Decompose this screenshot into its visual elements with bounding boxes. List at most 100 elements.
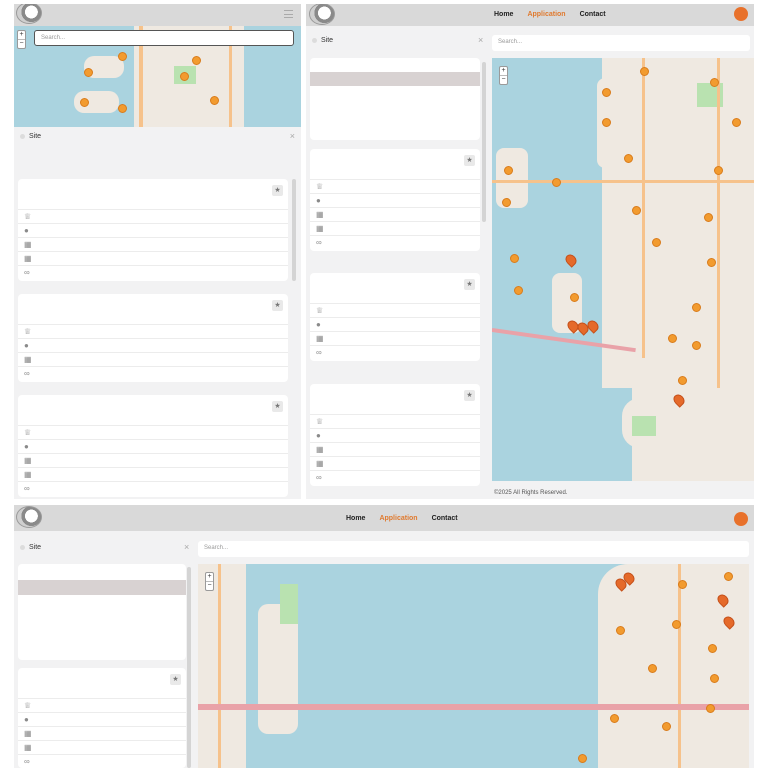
- close-icon[interactable]: ×: [290, 131, 295, 141]
- tablet-view-panel: Home Application Contact Site × Search..…: [306, 4, 754, 499]
- site-card[interactable]: ★ ♕ ● ▦ ▦ ∞: [310, 149, 480, 251]
- close-icon[interactable]: ×: [478, 35, 483, 45]
- mobile-view-panel: + − Search... Site × ★ ♕ ● ▦ ▦ ∞ ★ ♕ ● ▦…: [14, 4, 301, 499]
- map-marker[interactable]: [602, 88, 611, 97]
- location-pin-icon: ●: [316, 431, 321, 440]
- map-marker[interactable]: [610, 714, 619, 723]
- site-card[interactable]: ★ ♕ ● ▦ ▦ ∞: [18, 668, 186, 768]
- scrollbar[interactable]: [482, 62, 486, 222]
- site-card[interactable]: [18, 564, 186, 660]
- star-icon[interactable]: ★: [464, 155, 475, 166]
- nav-contact[interactable]: Contact: [432, 515, 458, 522]
- map-marker[interactable]: [504, 166, 513, 175]
- star-icon[interactable]: ★: [464, 390, 475, 401]
- map-marker[interactable]: [708, 644, 717, 653]
- map-zoom-control[interactable]: + −: [205, 572, 214, 591]
- star-icon[interactable]: ★: [170, 674, 181, 685]
- map-marker[interactable]: [192, 56, 201, 65]
- site-card[interactable]: ★ ♕ ● ▦ ▦ ∞: [18, 179, 288, 281]
- map-marker[interactable]: [640, 67, 649, 76]
- search-input[interactable]: Search...: [34, 30, 294, 46]
- map-marker[interactable]: [616, 626, 625, 635]
- app-logo[interactable]: [309, 4, 335, 25]
- calendar-icon: ▦: [316, 445, 324, 454]
- map-marker[interactable]: [118, 104, 127, 113]
- map-marker[interactable]: [84, 68, 93, 77]
- map-marker[interactable]: [706, 704, 715, 713]
- map-marker[interactable]: [710, 674, 719, 683]
- map-marker[interactable]: [552, 178, 561, 187]
- award-icon: ♕: [24, 327, 32, 336]
- map-marker[interactable]: [210, 96, 219, 105]
- close-icon[interactable]: ×: [184, 542, 189, 552]
- map-marker[interactable]: [514, 286, 523, 295]
- nav-application[interactable]: Application: [379, 515, 417, 522]
- map-marker[interactable]: [602, 118, 611, 127]
- zoom-out-button[interactable]: −: [18, 39, 25, 48]
- site-card[interactable]: [310, 58, 480, 140]
- app-logo[interactable]: [16, 506, 42, 528]
- map-marker[interactable]: [502, 198, 511, 207]
- map-marker[interactable]: [704, 213, 713, 222]
- star-icon[interactable]: ★: [272, 401, 283, 412]
- map-pin-icon[interactable]: [563, 252, 579, 268]
- map-marker[interactable]: [578, 754, 587, 763]
- map-marker[interactable]: [180, 72, 189, 81]
- star-icon[interactable]: ★: [272, 300, 283, 311]
- search-input[interactable]: Search...: [198, 541, 749, 557]
- map-marker[interactable]: [118, 52, 127, 61]
- star-icon[interactable]: ★: [464, 279, 475, 290]
- scrollbar[interactable]: [292, 179, 296, 281]
- card-row: ∞: [310, 345, 480, 359]
- site-card[interactable]: ★ ♕ ● ▦ ▦ ∞: [18, 395, 288, 497]
- avatar[interactable]: [734, 512, 748, 526]
- menu-icon[interactable]: [284, 10, 293, 18]
- scrollbar[interactable]: [187, 567, 191, 768]
- map-marker[interactable]: [648, 664, 657, 673]
- card-row: ∞: [310, 470, 480, 484]
- link-icon: ∞: [316, 238, 322, 247]
- map-marker[interactable]: [672, 620, 681, 629]
- card-row: ∞: [18, 265, 288, 279]
- search-input[interactable]: Search...: [492, 35, 750, 51]
- map-marker[interactable]: [678, 580, 687, 589]
- map-marker[interactable]: [710, 78, 719, 87]
- map-zoom-control[interactable]: + −: [499, 66, 508, 85]
- site-card[interactable]: ★ ♕ ● ▦ ∞: [18, 294, 288, 382]
- map-marker[interactable]: [692, 303, 701, 312]
- zoom-in-button[interactable]: +: [18, 31, 25, 39]
- map-marker[interactable]: [732, 118, 741, 127]
- map-marker[interactable]: [510, 254, 519, 263]
- map-marker[interactable]: [707, 258, 716, 267]
- map-marker[interactable]: [678, 376, 687, 385]
- nav-application[interactable]: Application: [527, 11, 565, 18]
- map-marker[interactable]: [80, 98, 89, 107]
- map-marker[interactable]: [624, 154, 633, 163]
- map-marker[interactable]: [570, 293, 579, 302]
- zoom-out-button[interactable]: −: [206, 581, 213, 590]
- map-marker[interactable]: [714, 166, 723, 175]
- star-icon[interactable]: ★: [272, 185, 283, 196]
- nav-home[interactable]: Home: [346, 515, 365, 522]
- avatar[interactable]: [734, 7, 748, 21]
- zoom-in-button[interactable]: +: [500, 67, 507, 75]
- map-park: [632, 416, 656, 436]
- site-card[interactable]: ★ ♕ ● ▦ ∞: [310, 273, 480, 361]
- zoom-out-button[interactable]: −: [500, 75, 507, 84]
- map-marker[interactable]: [632, 206, 641, 215]
- nav-home[interactable]: Home: [494, 11, 513, 18]
- map-marker[interactable]: [668, 334, 677, 343]
- calendar-icon: ▦: [24, 729, 32, 738]
- map-view[interactable]: + −: [198, 564, 749, 768]
- map-marker[interactable]: [692, 341, 701, 350]
- zoom-in-button[interactable]: +: [206, 573, 213, 581]
- map-zoom-control[interactable]: + −: [17, 30, 26, 49]
- map-marker[interactable]: [662, 722, 671, 731]
- search-placeholder: Search...: [41, 35, 66, 41]
- site-card[interactable]: ★ ♕ ● ▦ ▦ ∞: [310, 384, 480, 486]
- map-marker[interactable]: [724, 572, 733, 581]
- map-view[interactable]: + −: [492, 58, 754, 481]
- nav-contact[interactable]: Contact: [580, 11, 606, 18]
- map-marker[interactable]: [652, 238, 661, 247]
- location-pin-icon: ●: [316, 196, 321, 205]
